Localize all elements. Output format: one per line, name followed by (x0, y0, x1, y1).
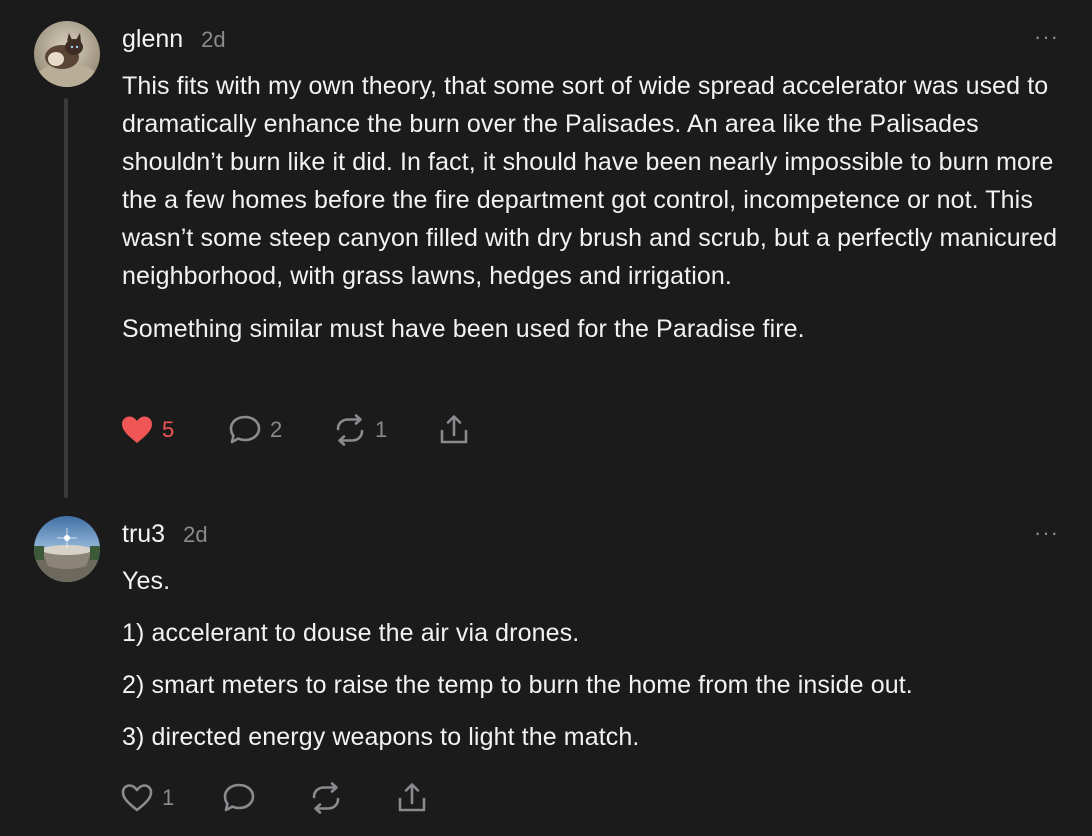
comment-header: tru3 2d (122, 520, 208, 549)
reply-button[interactable]: 2 (228, 412, 333, 448)
thread-line (64, 98, 68, 498)
reply-button[interactable] (222, 780, 309, 816)
comment-paragraph: 1) accelerant to douse the air via drone… (122, 619, 580, 647)
timestamp[interactable]: 2d (201, 27, 225, 53)
timestamp[interactable]: 2d (183, 522, 207, 548)
heart-filled-icon (120, 415, 154, 445)
author-name[interactable]: tru3 (122, 520, 165, 549)
restack-icon (333, 414, 367, 446)
speech-bubble-icon (222, 782, 256, 814)
comment-actions: 1 (120, 780, 429, 816)
like-button[interactable]: 5 (120, 412, 228, 448)
reply-count: 2 (270, 417, 283, 442)
restack-button[interactable]: 1 (333, 412, 437, 448)
like-count: 1 (162, 785, 175, 810)
share-icon (437, 414, 471, 446)
comment-body: Yes. 1) accelerant to douse the air via … (122, 562, 1072, 756)
ellipsis-icon: ··· (1034, 24, 1059, 49)
comment-paragraph: 3) directed energy weapons to light the … (122, 723, 640, 751)
avatar[interactable] (34, 21, 100, 87)
comment-paragraph: This fits with my own theory, that some … (122, 72, 1058, 290)
ellipsis-icon: ··· (1034, 520, 1059, 545)
comment-paragraph: 2) smart meters to raise the temp to bur… (122, 671, 913, 699)
author-name[interactable]: glenn (122, 25, 183, 54)
like-count: 5 (162, 417, 175, 442)
heart-outline-icon (120, 783, 154, 813)
comment: tru3 2d ··· Yes. 1) accelerant to douse … (0, 500, 1092, 836)
restack-button[interactable] (309, 780, 395, 816)
more-options-button[interactable]: ··· (1034, 522, 1059, 544)
more-options-button[interactable]: ··· (1034, 26, 1059, 48)
comment: glenn 2d ··· This fits with my own theor… (0, 0, 1092, 500)
restack-count: 1 (375, 417, 388, 442)
comment-body: This fits with my own theory, that some … (122, 67, 1072, 348)
avatar[interactable] (34, 516, 100, 582)
comment-header: glenn 2d (122, 25, 226, 54)
speech-bubble-icon (228, 414, 262, 446)
like-button[interactable]: 1 (120, 780, 222, 816)
share-icon (395, 782, 429, 814)
restack-icon (309, 782, 343, 814)
comment-paragraph: Something similar must have been used fo… (122, 315, 805, 343)
comment-thread: glenn 2d ··· This fits with my own theor… (0, 0, 1092, 836)
comment-paragraph: Yes. (122, 567, 171, 595)
comment-actions: 5 2 1 (120, 412, 471, 448)
share-button[interactable] (437, 412, 471, 448)
share-button[interactable] (395, 780, 429, 816)
